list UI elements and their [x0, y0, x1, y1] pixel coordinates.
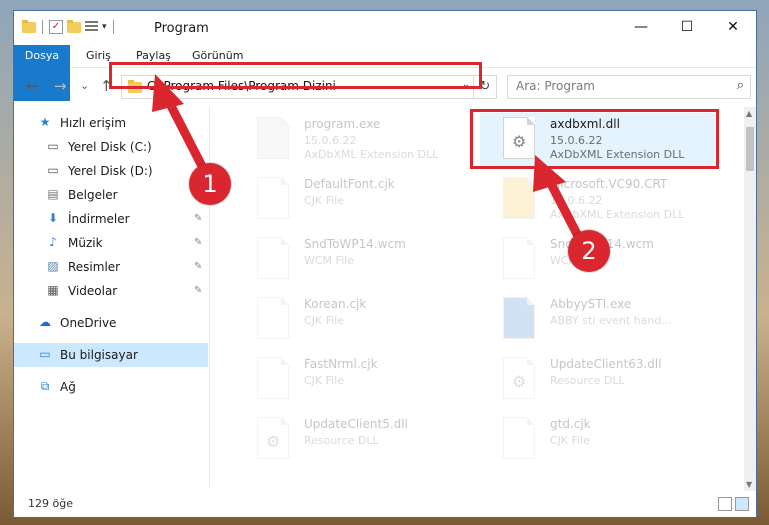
- arrow-1: [152, 74, 210, 177]
- step-2-badge: 2: [568, 230, 610, 272]
- arrow-2: [533, 155, 583, 241]
- annotation-arrows: [152, 74, 583, 241]
- step-1-badge: 1: [189, 163, 231, 205]
